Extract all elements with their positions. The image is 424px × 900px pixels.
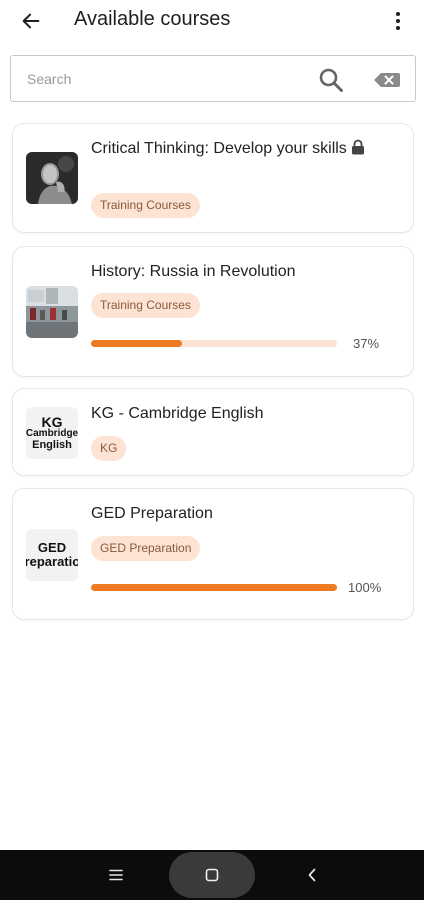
- course-category-tag: GED Preparation: [91, 536, 201, 561]
- course-title: GED Preparation: [91, 505, 213, 522]
- course-thumbnail: [26, 286, 78, 338]
- backspace-icon[interactable]: [373, 70, 401, 90]
- course-thumbnail: [26, 152, 78, 204]
- app-bar: Available courses: [0, 0, 424, 44]
- course-progress-percent: 100%: [348, 580, 382, 595]
- course-thumbnail: GED Preparation: [26, 529, 78, 581]
- course-title: Critical Thinking: Develop your skills: [91, 137, 393, 160]
- home-square-icon: [205, 868, 219, 882]
- course-card-kg-cambridge[interactable]: KG Cambridge English KG - Cambridge Engl…: [12, 388, 414, 476]
- search-icon[interactable]: [318, 67, 344, 93]
- course-title: History: Russia in Revolution: [91, 263, 296, 280]
- system-back-button[interactable]: [300, 850, 324, 900]
- search-input[interactable]: [27, 68, 307, 90]
- search-bar: [10, 55, 416, 102]
- menu-lines-icon: [109, 869, 123, 881]
- course-card-critical-thinking[interactable]: Critical Thinking: Develop your skills T…: [12, 123, 414, 233]
- course-progress-fill: [91, 340, 183, 347]
- system-navigation-bar: [0, 850, 424, 900]
- kg-thumbnail-text: KG Cambridge English: [26, 407, 78, 459]
- course-category-tag: KG: [91, 436, 127, 461]
- course-title: KG - Cambridge English: [91, 405, 264, 422]
- course-card-ged-preparation[interactable]: GED Preparation GED Preparation GED Prep…: [12, 488, 414, 620]
- more-vertical-icon: [396, 12, 400, 30]
- recent-apps-button[interactable]: [104, 850, 128, 900]
- course-progress-fill: [91, 584, 337, 591]
- home-button[interactable]: [169, 852, 255, 898]
- course-category-tag: Training Courses: [91, 193, 200, 218]
- back-button[interactable]: [14, 6, 48, 36]
- page-title: Available courses: [74, 8, 231, 30]
- course-category-tag: Training Courses: [91, 293, 200, 318]
- ged-thumbnail-text: GED Preparation: [26, 529, 78, 581]
- thinker-statue-image: [26, 152, 78, 204]
- course-progress-bar: [91, 584, 337, 591]
- revolution-photo-image: [26, 286, 78, 338]
- overflow-menu-button[interactable]: [386, 6, 410, 36]
- lock-icon: [351, 139, 364, 155]
- course-progress-bar: [91, 340, 337, 347]
- course-thumbnail: KG Cambridge English: [26, 407, 78, 459]
- arrow-left-icon: [22, 13, 40, 29]
- course-card-history-russia[interactable]: History: Russia in Revolution Training C…: [12, 246, 414, 377]
- chevron-left-icon: [308, 868, 316, 882]
- course-progress-percent: 37%: [353, 336, 380, 351]
